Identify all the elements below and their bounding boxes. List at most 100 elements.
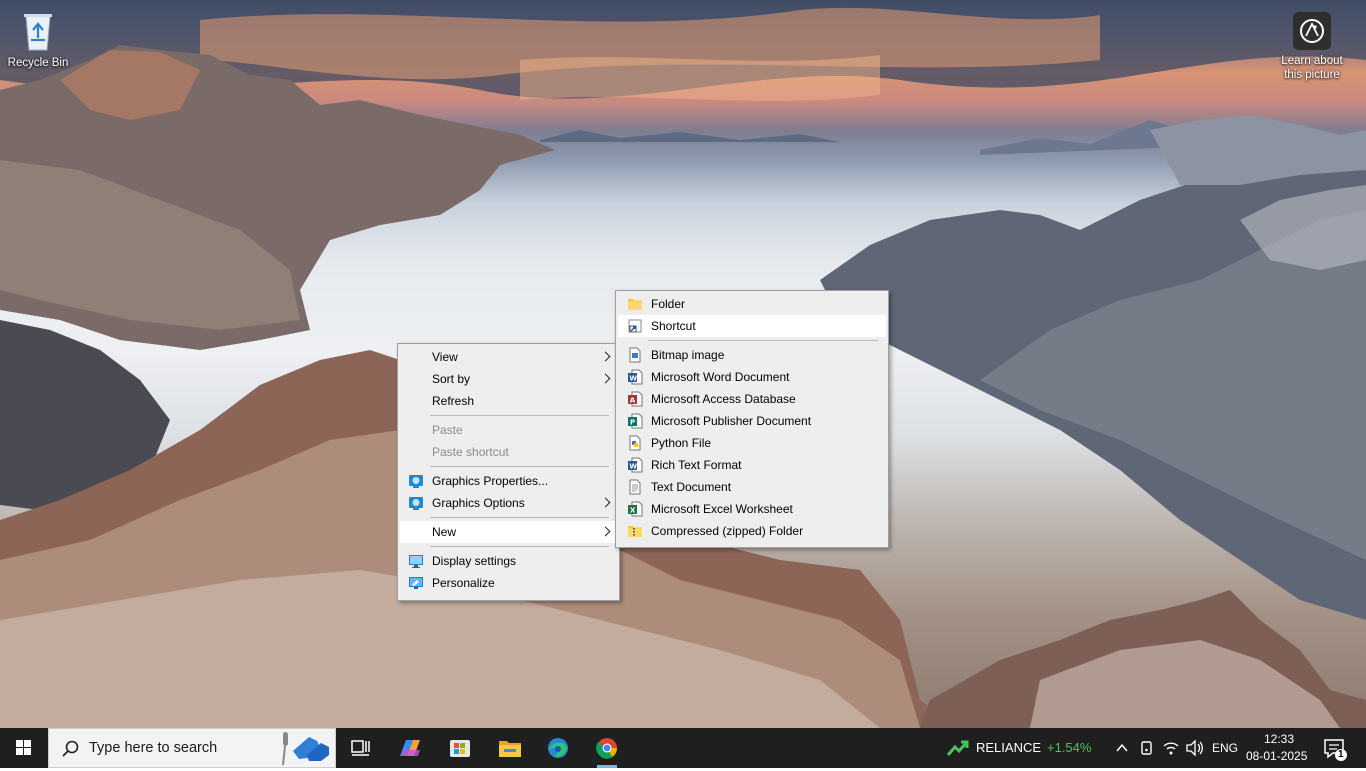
notification-icon — [1324, 739, 1347, 761]
svg-text:W: W — [629, 375, 637, 383]
taskbar-search-box[interactable]: Type here to search — [48, 728, 336, 768]
new-item-excel[interactable]: X Microsoft Excel Worksheet — [618, 498, 886, 520]
new-item-folder-label: Folder — [651, 297, 686, 311]
new-item-publisher-label: Microsoft Publisher Document — [651, 414, 812, 428]
new-item-zip-folder[interactable]: Compressed (zipped) Folder — [618, 520, 886, 542]
svg-text:A: A — [630, 397, 636, 405]
menu-separator — [430, 466, 609, 467]
stock-name: RELIANCE — [976, 740, 1042, 755]
new-item-bitmap[interactable]: Bitmap image — [618, 344, 886, 366]
menu-item-graphics-properties[interactable]: Graphics Properties... — [400, 470, 617, 492]
show-hidden-icons-button[interactable] — [1112, 728, 1132, 768]
new-item-shortcut-label: Shortcut — [651, 319, 696, 333]
menu-item-graphics-properties-label: Graphics Properties... — [432, 474, 549, 488]
notification-count: 1 — [1338, 749, 1344, 760]
device-icon — [1141, 741, 1152, 755]
new-item-python[interactable]: Python File — [618, 432, 886, 454]
menu-separator — [430, 415, 609, 416]
edge-button[interactable] — [538, 728, 578, 768]
menu-item-paste-shortcut[interactable]: Paste shortcut — [400, 441, 617, 463]
new-item-word[interactable]: W Microsoft Word Document — [618, 366, 886, 388]
network-button[interactable] — [1160, 728, 1182, 768]
chevron-right-icon — [600, 373, 611, 384]
excel-icon: X — [628, 501, 643, 517]
menu-item-sort-by-label: Sort by — [432, 372, 471, 386]
menu-item-sort-by[interactable]: Sort by — [400, 368, 617, 390]
menu-item-view[interactable]: View — [400, 346, 617, 368]
new-item-access[interactable]: A Microsoft Access Database — [618, 388, 886, 410]
recycle-bin-icon — [24, 14, 52, 51]
new-item-folder[interactable]: Folder — [618, 293, 886, 315]
learn-about-picture-label: Learn about this picture — [1281, 55, 1343, 81]
copilot-button[interactable] — [390, 728, 430, 768]
clock-time: 12:33 — [1264, 732, 1295, 746]
chevron-right-icon — [600, 497, 611, 508]
notification-center-button[interactable]: 1 — [1314, 728, 1354, 768]
microsoft-store-icon — [450, 740, 470, 757]
taskbar: Type here to search RELIANCE +1.54% ENG … — [0, 728, 1366, 768]
windows-logo-icon — [16, 740, 31, 755]
menu-item-display-settings-label: Display settings — [432, 554, 517, 568]
start-button[interactable] — [0, 728, 48, 768]
bitmap-icon — [629, 347, 641, 363]
new-item-text-document[interactable]: Text Document — [618, 476, 886, 498]
desktop-context-menu: View Sort by Refresh Paste Paste shortcu… — [397, 343, 620, 601]
new-item-rtf[interactable]: W Rich Text Format — [618, 454, 886, 476]
new-item-publisher[interactable]: P Microsoft Publisher Document — [618, 410, 886, 432]
new-item-zip-folder-label: Compressed (zipped) Folder — [651, 524, 804, 538]
personalize-icon — [409, 577, 423, 589]
menu-item-personalize[interactable]: Personalize — [400, 572, 617, 594]
chevron-right-icon — [600, 526, 611, 537]
menu-item-paste[interactable]: Paste — [400, 419, 617, 441]
stock-up-icon — [946, 740, 969, 756]
menu-item-graphics-options[interactable]: Graphics Options — [400, 492, 617, 514]
svg-text:W: W — [629, 463, 637, 471]
copilot-icon — [400, 740, 420, 756]
new-item-word-label: Microsoft Word Document — [651, 370, 790, 384]
shortcut-icon — [628, 319, 642, 333]
task-view-button[interactable] — [340, 728, 380, 768]
word-icon: W — [628, 369, 643, 385]
clock[interactable]: 12:33 08-01-2025 — [1244, 728, 1308, 768]
chrome-button[interactable] — [586, 728, 628, 768]
volume-button[interactable] — [1184, 728, 1206, 768]
intel-graphics-icon — [409, 475, 423, 488]
microsoft-store-button[interactable] — [440, 728, 480, 768]
new-item-excel-label: Microsoft Excel Worksheet — [651, 502, 793, 516]
menu-item-personalize-label: Personalize — [432, 576, 495, 590]
clock-date: 08-01-2025 — [1246, 749, 1308, 763]
new-item-shortcut[interactable]: Shortcut — [618, 315, 886, 337]
stock-widget[interactable]: RELIANCE +1.54% — [940, 728, 1100, 768]
search-placeholder: Type here to search — [89, 740, 218, 756]
task-view-icon — [351, 740, 370, 756]
access-icon: A — [628, 391, 643, 407]
menu-separator — [430, 546, 609, 547]
menu-item-view-label: View — [432, 350, 458, 364]
new-submenu: Folder Shortcut Bitmap image W Microsoft… — [615, 290, 889, 548]
new-item-bitmap-label: Bitmap image — [651, 348, 725, 362]
menu-item-display-settings[interactable]: Display settings — [400, 550, 617, 572]
wifi-icon — [1163, 742, 1179, 755]
speaker-icon — [1186, 739, 1203, 757]
new-item-rtf-label: Rich Text Format — [651, 458, 742, 472]
chrome-icon — [596, 738, 618, 768]
file-explorer-icon — [499, 741, 521, 757]
camera-icon — [1293, 12, 1331, 50]
meet-now-button[interactable] — [1136, 728, 1158, 768]
python-icon — [629, 435, 641, 451]
display-settings-icon — [409, 555, 423, 568]
intel-graphics-icon — [409, 497, 423, 510]
language-indicator: ENG — [1212, 741, 1239, 755]
learn-about-this-picture[interactable]: Learn about this picture — [1274, 12, 1350, 82]
input-language-button[interactable]: ENG — [1206, 728, 1242, 768]
new-item-access-label: Microsoft Access Database — [651, 392, 796, 406]
menu-separator — [648, 340, 878, 341]
recycle-bin[interactable]: Recycle Bin — [0, 8, 76, 70]
file-explorer-button[interactable] — [490, 728, 530, 768]
menu-item-paste-shortcut-label: Paste shortcut — [432, 445, 509, 459]
svg-text:X: X — [630, 507, 636, 515]
recycle-bin-label: Recycle Bin — [7, 57, 69, 69]
menu-item-refresh[interactable]: Refresh — [400, 390, 617, 412]
menu-item-graphics-options-label: Graphics Options — [432, 496, 525, 510]
menu-item-new[interactable]: New — [400, 521, 617, 543]
